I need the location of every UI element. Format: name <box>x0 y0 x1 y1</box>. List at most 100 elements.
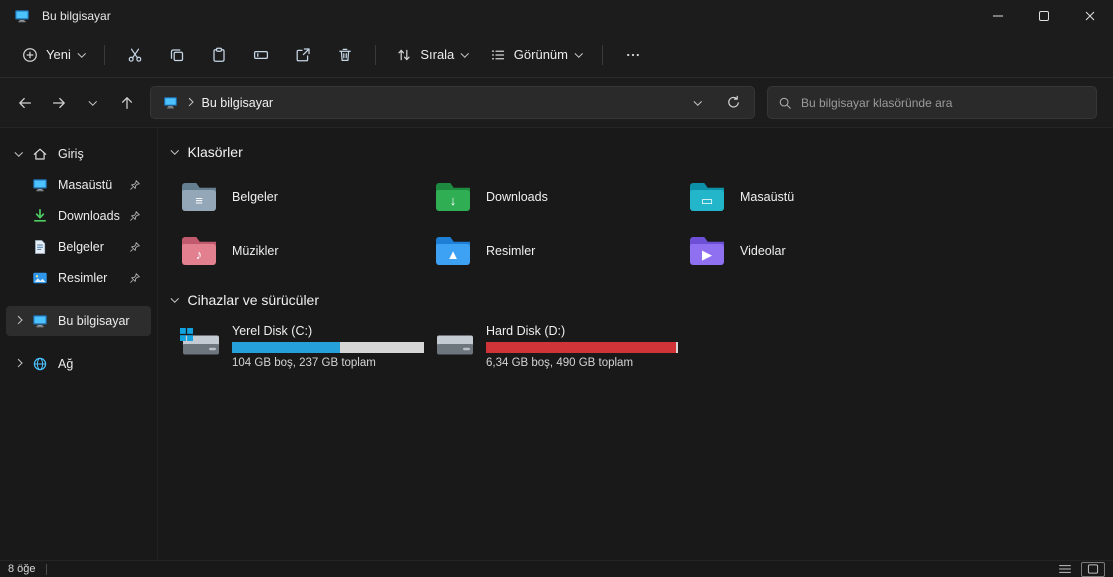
minimize-button[interactable] <box>975 0 1021 32</box>
delete-button[interactable] <box>325 38 365 72</box>
folder-name: Resimler <box>486 244 536 258</box>
new-button[interactable]: Yeni <box>12 38 94 72</box>
sidebar-item-network[interactable]: Ağ <box>6 349 151 379</box>
chevron-right-icon[interactable] <box>10 359 28 368</box>
share-icon <box>296 47 310 61</box>
folder-icon: ▭ <box>690 183 724 211</box>
documents-icon <box>30 239 50 255</box>
sidebar-item-pictures[interactable]: Resimler <box>6 263 151 293</box>
folder-name: Videolar <box>740 244 786 258</box>
paste-button[interactable] <box>199 38 239 72</box>
this-pc-icon <box>14 8 30 24</box>
arrow-up-icon <box>121 96 133 109</box>
drive-name: Yerel Disk (C:) <box>232 324 313 338</box>
ellipsis-icon <box>626 53 639 56</box>
sidebar-item-documents[interactable]: Belgeler <box>6 232 151 262</box>
folder-emblem: ▲ <box>446 247 460 262</box>
cut-button[interactable] <box>115 38 155 72</box>
sidebar-item-home[interactable]: Giriş <box>6 139 151 169</box>
sidebar-item-label: Bu bilgisayar <box>58 314 130 328</box>
chevron-down-icon <box>461 49 469 57</box>
this-pc-icon <box>163 95 178 110</box>
details-view-button[interactable] <box>1053 562 1077 577</box>
chevron-down-icon <box>170 294 179 303</box>
address-dropdown-button[interactable] <box>685 90 711 116</box>
scissors-icon <box>129 48 142 62</box>
up-button[interactable] <box>110 87 144 119</box>
more-options-button[interactable] <box>613 38 653 72</box>
pin-icon <box>129 272 141 284</box>
sidebar: Giriş Masaüstü Downloads Belgeler Resiml… <box>0 128 158 560</box>
chevron-right-icon[interactable] <box>10 316 28 325</box>
refresh-icon <box>727 95 739 108</box>
share-button[interactable] <box>283 38 323 72</box>
maximize-button[interactable] <box>1021 0 1067 32</box>
drives-grid: Yerel Disk (C:) 104 GB boş, 237 GB topla… <box>172 316 1113 375</box>
toolbar-separator <box>601 44 603 65</box>
folder-tile-muzikler[interactable]: ♪ Müzikler <box>172 224 426 278</box>
sort-label: Sırala <box>420 47 455 62</box>
folder-tile-belgeler[interactable]: ≡ Belgeler <box>172 170 426 224</box>
chevron-down-icon <box>694 97 702 105</box>
sidebar-item-downloads[interactable]: Downloads <box>6 201 151 231</box>
folder-icon: ♪ <box>182 237 216 265</box>
folder-emblem: ♪ <box>195 247 203 262</box>
sidebar-item-this-pc[interactable]: Bu bilgisayar <box>6 306 151 336</box>
drive-icon <box>436 333 474 359</box>
title-bar: Bu bilgisayar <box>0 0 1113 32</box>
rename-button[interactable] <box>241 38 281 72</box>
folder-tile-masaustu[interactable]: ▭ Masaüstü <box>680 170 934 224</box>
drive-usage-bar <box>486 342 678 353</box>
section-header-folders[interactable]: Klasörler <box>170 138 1113 166</box>
details-view-icon <box>1059 565 1071 573</box>
search-icon <box>778 96 792 110</box>
address-bar[interactable]: Bu bilgisayar <box>150 86 755 119</box>
sidebar-item-desktop[interactable]: Masaüstü <box>6 170 151 200</box>
breadcrumb[interactable]: Bu bilgisayar <box>202 96 274 110</box>
navigation-bar: Bu bilgisayar <box>0 78 1113 128</box>
folder-tile-downloads[interactable]: ↓ Downloads <box>426 170 680 224</box>
back-button[interactable] <box>8 87 42 119</box>
arrow-left-icon <box>19 97 32 108</box>
folders-grid: ≡ Belgeler ↓ Downloads ▭ Masaüstü ♪ Müzi… <box>172 170 1113 278</box>
drive-tile-d[interactable]: Hard Disk (D:) 6,34 GB boş, 490 GB topla… <box>426 316 680 375</box>
folder-icon: ▶ <box>690 237 724 265</box>
home-icon <box>30 146 50 162</box>
chevron-down-icon <box>89 97 97 105</box>
search-input[interactable] <box>801 95 1086 110</box>
folder-icon: ≡ <box>182 183 216 211</box>
folder-emblem: ↓ <box>449 193 457 208</box>
pin-icon <box>129 179 141 191</box>
folder-name: Belgeler <box>232 190 278 204</box>
chevron-down-icon[interactable] <box>10 148 28 157</box>
network-icon <box>30 356 50 372</box>
pictures-icon <box>30 270 50 286</box>
folder-tile-resimler[interactable]: ▲ Resimler <box>426 224 680 278</box>
status-bar: 8 öğe <box>0 560 1113 577</box>
folder-tile-videolar[interactable]: ▶ Videolar <box>680 224 934 278</box>
folder-name: Downloads <box>486 190 548 204</box>
close-button[interactable] <box>1067 0 1113 32</box>
view-toggles <box>1053 561 1105 577</box>
chevron-down-icon <box>77 49 86 57</box>
this-pc-icon <box>30 313 50 329</box>
copy-button[interactable] <box>157 38 197 72</box>
drive-usage-bar <box>232 342 424 353</box>
sort-button[interactable]: Sırala <box>386 38 477 72</box>
drive-tile-c[interactable]: Yerel Disk (C:) 104 GB boş, 237 GB topla… <box>172 316 426 375</box>
large-icons-view-button[interactable] <box>1081 561 1105 577</box>
forward-button[interactable] <box>42 87 76 119</box>
refresh-button[interactable] <box>720 90 746 116</box>
rename-icon <box>254 50 269 59</box>
pin-icon <box>129 241 141 253</box>
folder-emblem: ≡ <box>195 193 203 208</box>
sidebar-item-label: Resimler <box>58 271 108 285</box>
section-header-drives[interactable]: Cihazlar ve sürücüler <box>170 286 1113 314</box>
view-button[interactable]: Görünüm <box>480 38 592 72</box>
section-title: Cihazlar ve sürücüler <box>187 292 320 308</box>
windows-logo-icon <box>180 327 193 341</box>
recent-locations-button[interactable] <box>76 87 110 119</box>
main-content: Klasörler ≡ Belgeler ↓ Downloads ▭ Masaü… <box>158 128 1113 560</box>
drive-usage-fill <box>486 342 676 353</box>
search-box <box>767 86 1097 119</box>
